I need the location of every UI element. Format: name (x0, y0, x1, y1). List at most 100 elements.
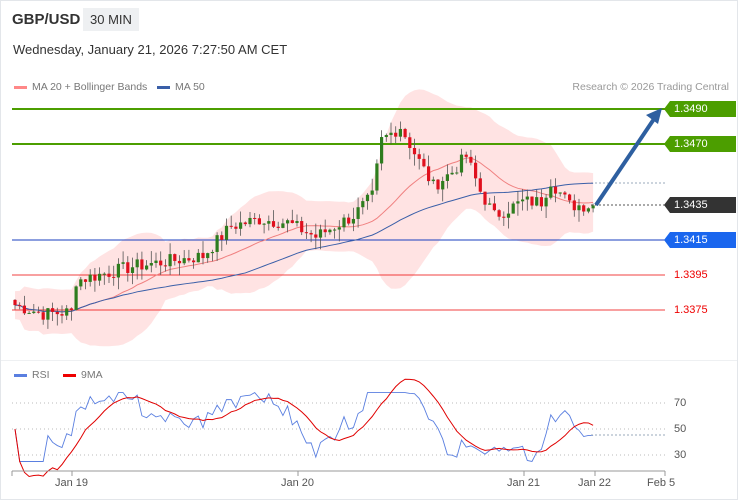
candle-body (502, 216, 506, 218)
candle-body (427, 166, 431, 182)
candle-body (370, 190, 374, 195)
candle-body (328, 229, 332, 233)
candle-body (323, 229, 327, 233)
candle-body (281, 223, 285, 228)
candle-body (558, 192, 562, 194)
price-chart[interactable] (1, 1, 737, 499)
candle-body (135, 259, 139, 268)
candle-body (309, 232, 313, 235)
candle-body (145, 265, 149, 270)
candle-body (286, 220, 290, 224)
candle-body (342, 217, 346, 228)
candle-body (591, 205, 595, 209)
candle-body (422, 158, 426, 167)
candle-body (210, 251, 214, 254)
candle-body (506, 213, 511, 218)
candle-body (525, 196, 529, 200)
candle-body (154, 260, 158, 263)
candle-body (130, 267, 135, 273)
candle-body (384, 135, 388, 138)
candle-body (239, 222, 243, 229)
candle-body (149, 262, 153, 266)
candle-body (55, 311, 59, 315)
candle-body (41, 312, 45, 320)
candle-body (126, 262, 130, 273)
candle-body (121, 262, 125, 264)
candle-body (474, 162, 478, 179)
x-tick-jan22: Jan 22 (578, 477, 612, 489)
last-price-tag: 1.3435 (664, 197, 736, 213)
candle-body (32, 311, 36, 313)
candle-body (539, 197, 543, 207)
candle-body (455, 172, 459, 174)
candle-body (380, 137, 384, 164)
candle-body (74, 286, 78, 310)
candle-body (469, 156, 473, 163)
candle-body (459, 154, 464, 173)
candle-body (403, 128, 407, 138)
x-tick-feb5: Feb 5 (647, 477, 676, 489)
candle-body (140, 259, 144, 270)
candle-body (535, 197, 539, 206)
x-tick-jan21: Jan 21 (507, 477, 541, 489)
candle-body (257, 218, 261, 225)
candle-body (243, 222, 247, 225)
candle-body (417, 154, 421, 159)
candle-body (51, 308, 55, 312)
candle-body (553, 186, 558, 194)
rsi-ma9-line (14, 378, 594, 477)
candle-body (69, 308, 73, 310)
candle-body (445, 174, 449, 181)
candle-body (163, 265, 167, 267)
candle-body (248, 217, 252, 225)
candle-body (318, 229, 323, 238)
candle-body (224, 225, 229, 240)
candle-body (521, 199, 525, 202)
candle-body (98, 273, 102, 281)
candle-body (441, 180, 445, 190)
candle-body (572, 200, 576, 211)
support-label-1: 1.3395 (674, 269, 708, 281)
candle-body (436, 179, 440, 190)
candle-body (18, 305, 22, 307)
candle-body (478, 178, 482, 192)
candle-body (102, 273, 106, 275)
candle-body (234, 226, 238, 229)
candle-body (568, 194, 572, 201)
rsi-tick-50: 50 (674, 423, 687, 435)
bollinger-band (15, 89, 594, 347)
candle-body (431, 179, 435, 182)
candle-body (464, 154, 468, 157)
x-tick-jan20: Jan 20 (281, 477, 315, 489)
candle-body (408, 137, 412, 148)
candle-body (563, 192, 567, 195)
candle-body (79, 279, 83, 287)
candle-body (88, 274, 92, 282)
candle-body (107, 273, 111, 277)
candle-body (262, 223, 266, 225)
candle-body (13, 299, 17, 306)
candle-body (192, 260, 196, 263)
candle-body (300, 221, 304, 233)
candle-body (488, 203, 492, 205)
candle-body (173, 254, 177, 261)
candle-body (159, 260, 163, 266)
candle-body (65, 308, 69, 316)
candle-body (530, 196, 534, 206)
candle-body (389, 132, 393, 136)
candle-body (304, 232, 308, 234)
candle-body (22, 305, 26, 314)
candle-body (253, 217, 257, 219)
pivot-tag: 1.3415 (664, 232, 736, 248)
candle-body (337, 227, 341, 230)
candle-body (116, 263, 120, 278)
candle-body (549, 186, 553, 198)
candle-body (196, 252, 200, 263)
candle-body (544, 197, 548, 207)
candle-body (398, 128, 402, 137)
candle-body (586, 208, 590, 212)
candle-body (36, 311, 41, 313)
candle-body (483, 191, 487, 205)
candle-body (112, 276, 116, 278)
candle-body (582, 205, 586, 212)
